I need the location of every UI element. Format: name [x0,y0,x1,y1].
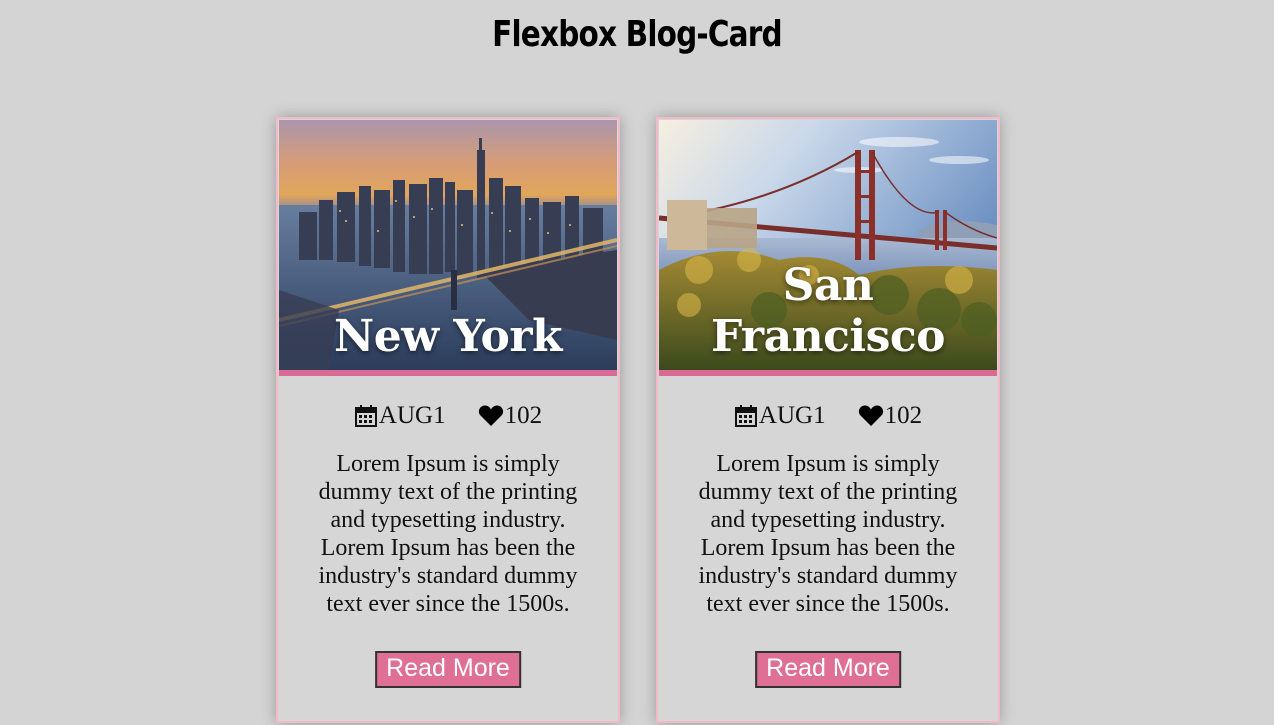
page-title: Flexbox Blog-Card [492,14,783,55]
card-image-new-york: New York [279,120,617,370]
date-text: AUG1 [758,402,826,429]
card-meta: AUG1 102 [278,402,618,430]
card-body-text: Lorem Ipsum is simply dummy text of the … [318,451,578,617]
image-accent-bar [659,370,997,376]
date-info: AUG1 [354,402,446,430]
image-accent-bar [279,370,617,376]
read-more-button[interactable]: Read More [755,651,901,688]
date-text: AUG1 [378,402,446,429]
card-title: San Francisco [710,260,946,362]
card-title: New York [333,311,563,362]
blog-card-new-york: New York AUG1 102 Lorem Ipsum is simply … [276,117,620,723]
card-meta: AUG1 102 [658,402,998,430]
heart-icon [478,405,503,426]
date-info: AUG1 [734,402,826,430]
likes-count: 102 [504,402,543,429]
likes-info: 102 [858,402,923,430]
card-list: New York AUG1 102 Lorem Ipsum is simply … [276,117,1000,723]
heart-icon [858,405,883,426]
likes-info: 102 [478,402,543,430]
card-body-text: Lorem Ipsum is simply dummy text of the … [698,451,958,617]
blog-card-san-francisco: San Francisco AUG1 102 Lorem Ipsum is si… [656,117,1000,723]
calendar-icon [734,405,757,427]
read-more-button[interactable]: Read More [375,651,521,688]
calendar-icon [354,405,377,427]
card-image-san-francisco: San Francisco [659,120,997,370]
likes-count: 102 [884,402,923,429]
